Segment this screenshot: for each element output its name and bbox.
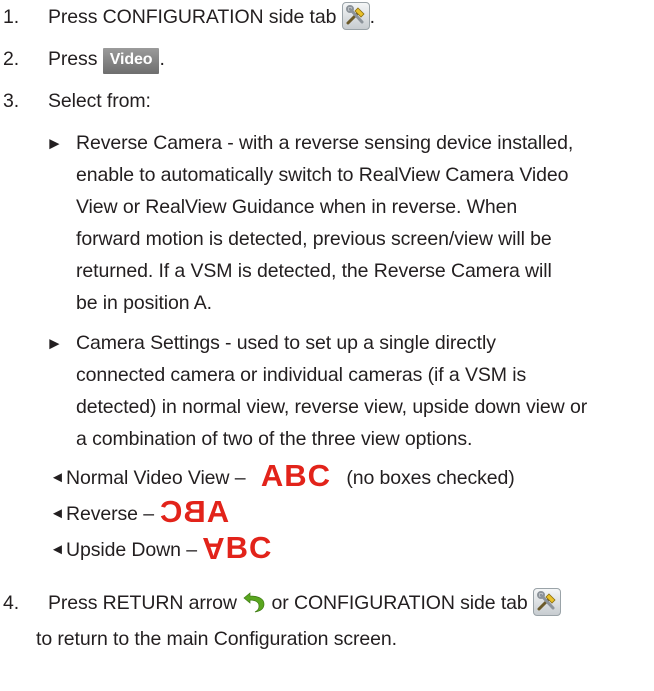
view-note: (no boxes checked) [346,467,515,489]
step-number: 2. [3,48,20,70]
step-number: 1. [3,6,20,28]
view-sample-rest: BC [225,530,273,565]
bullet-line: Reverse Camera - with a reverse sensing … [76,132,574,154]
step-end: . [159,48,165,70]
instruction-page: 1. Press CONFIGURATION side tab . 2. Pre… [0,0,654,691]
wrench-screwdriver-icon [532,588,561,616]
bullet-line: enable to automatically switch to RealVi… [76,164,569,186]
view-sample-flipped: A [202,531,226,566]
bullet-line: detected) in normal view, reverse view, … [76,396,588,418]
bullet-line: connected camera or individual cameras (… [76,364,527,386]
step-number: 4. [3,592,20,614]
view-marker: ◄ [50,541,65,558]
step-text: Press CONFIGURATION side tab [48,6,337,28]
view-marker: ◄ [50,469,65,486]
bullet-line: View or RealView Guidance when in revers… [76,196,518,218]
return-arrow-icon [242,590,266,614]
bullet-marker: ► [46,334,63,353]
view-label: Reverse – [66,503,154,525]
view-label: Upside Down – [66,539,197,561]
step-text: Press RETURN arrow [48,592,237,614]
bullet-line: returned. If a VSM is detected, the Reve… [76,260,552,282]
step-end: . [369,6,375,28]
bullet-line: Camera Settings - used to set up a singl… [76,332,496,354]
step-text: Press [48,48,98,70]
view-label: Normal Video View – [66,467,246,489]
step-text: Select from: [48,90,151,112]
bullet-line: forward motion is detected, previous scr… [76,228,552,250]
bullet-line: a combination of two of the three view o… [76,428,473,450]
view-marker: ◄ [50,505,65,522]
step-text: to return to the main Configuration scre… [36,628,397,650]
step-number: 3. [3,90,20,112]
bullet-line: be in position A. [76,292,212,314]
bullet-marker: ► [46,134,63,153]
wrench-screwdriver-icon [341,2,370,30]
view-sample: ABC [260,458,331,493]
step-text: or CONFIGURATION side tab [271,592,528,614]
video-button[interactable]: Video [102,48,160,74]
view-sample-mirrored: ABC [159,494,230,529]
